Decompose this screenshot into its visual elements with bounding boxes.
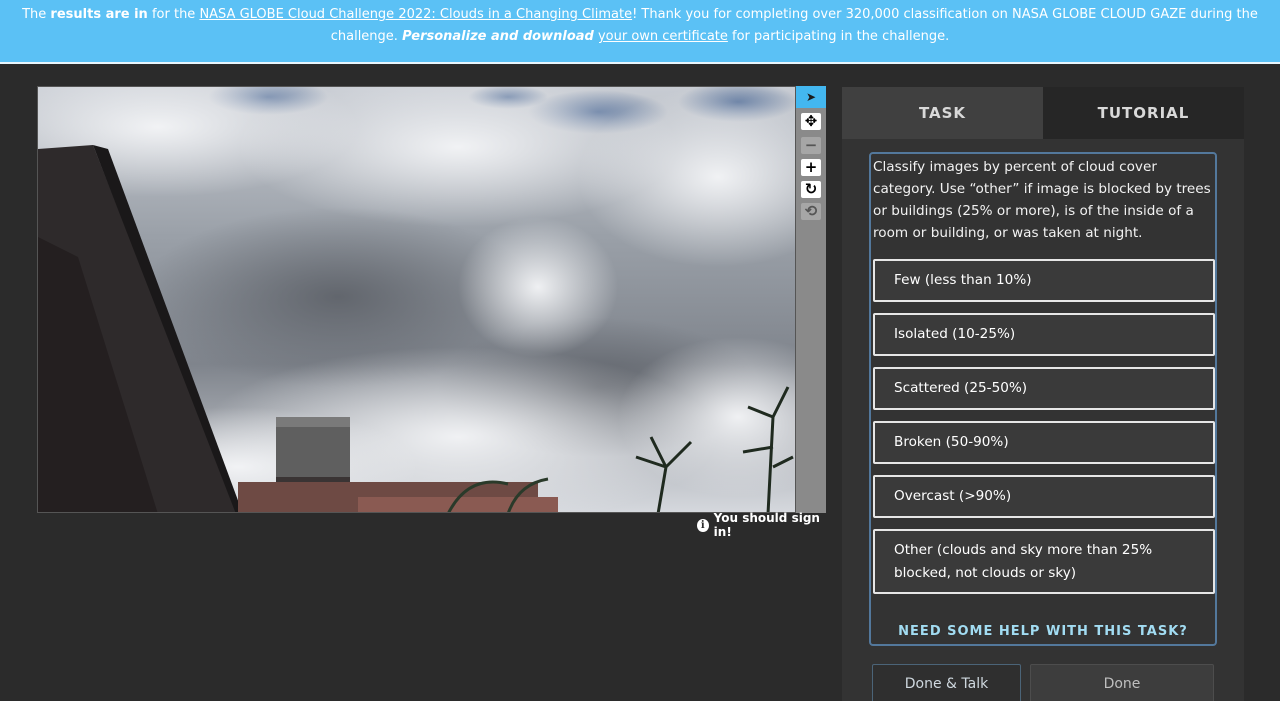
zoom-in-icon: + [801,158,821,176]
tab-task[interactable]: TASK [842,87,1043,139]
sky-photo [38,87,795,512]
rotate-icon: ↻ [801,180,821,198]
banner-text: for the [147,7,200,22]
banner-results-text: results are in [50,7,148,22]
panel-tabs: TASK TUTORIAL [842,87,1244,139]
zoom-in-glyph: + [804,158,818,176]
image-toolbar: ➤ ✥ − + ↻ ⟲ [796,86,826,513]
sign-in-text: You should sign in! [713,511,820,539]
answer-other[interactable]: Other (clouds and sky more than 25% bloc… [873,529,1215,594]
answer-few[interactable]: Few (less than 10%) [873,259,1215,302]
task-box: Classify images by percent of cloud cove… [869,152,1217,646]
rotate-glyph: ↻ [804,180,818,198]
done-button[interactable]: Done [1030,664,1214,701]
pointer-tool-button[interactable]: ➤ [796,86,826,108]
move-icon: ✥ [801,112,821,130]
move-glyph: ✥ [804,112,818,130]
reset-glyph: ⟲ [804,202,818,220]
pointer-icon: ➤ [805,90,817,104]
info-icon: i [697,518,709,532]
reset-icon: ⟲ [801,202,821,220]
subject-image[interactable] [37,86,796,513]
move-tool-button[interactable]: ✥ [796,110,826,132]
banner-text: for participating in the challenge. [727,29,950,44]
answer-scattered[interactable]: Scattered (25-50%) [873,367,1215,410]
reset-button[interactable]: ⟲ [796,200,826,222]
announcement-banner: The results are in for the NASA GLOBE Cl… [0,0,1280,64]
answer-isolated[interactable]: Isolated (10-25%) [873,313,1215,356]
answer-broken[interactable]: Broken (50-90%) [873,421,1215,464]
zoom-out-glyph: − [804,136,818,154]
banner-text: The [22,7,51,22]
task-question: Classify images by percent of cloud cove… [873,159,1211,241]
certificate-link[interactable]: your own certificate [598,29,728,44]
zoom-out-button[interactable]: − [796,134,826,156]
zoom-out-icon: − [801,136,821,154]
answer-overcast[interactable]: Overcast (>90%) [873,475,1215,518]
rotate-button[interactable]: ↻ [796,178,826,200]
done-and-talk-button[interactable]: Done & Talk [872,664,1021,701]
banner-personalize-text: Personalize and download [402,29,594,44]
task-help-link[interactable]: NEED SOME HELP WITH THIS TASK? [871,624,1215,639]
tab-tutorial[interactable]: TUTORIAL [1043,87,1244,139]
zoom-in-button[interactable]: + [796,156,826,178]
sign-in-notice[interactable]: i You should sign in! [697,511,829,539]
challenge-link[interactable]: NASA GLOBE Cloud Challenge 2022: Clouds … [199,7,632,22]
